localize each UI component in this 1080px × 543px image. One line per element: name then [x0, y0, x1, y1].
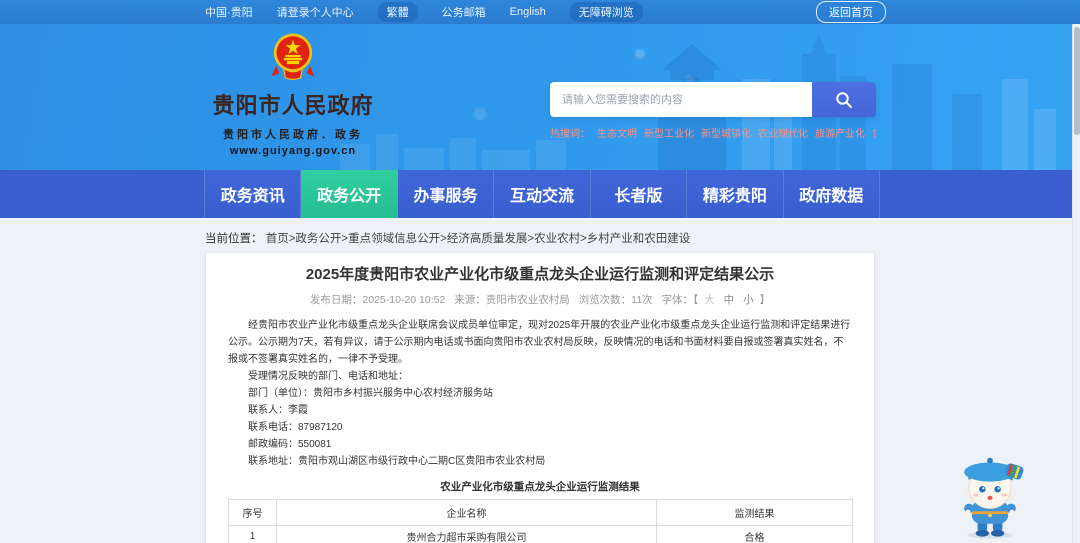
site-subtitle: 贵阳市人民政府．政务 [223, 129, 363, 141]
hot-search-item-eco[interactable]: 生态文明 [597, 125, 637, 140]
scrollbar-thumb[interactable] [1074, 27, 1080, 135]
national-emblem-icon [271, 33, 315, 80]
search-area: 热搜词： 生态文明 新型工业化 新型城镇化 农业现代化 旅游产业化 贵阳简介 [550, 82, 876, 140]
topbar-link-english[interactable]: English [510, 6, 546, 18]
font-size-large-button[interactable]: 大 [704, 294, 715, 306]
nav-item-news[interactable]: 政务资讯 [204, 170, 302, 218]
breadcrumb-economy[interactable]: 经济高质量发展 [447, 233, 528, 245]
breadcrumb-label: 当前位置： [205, 233, 263, 245]
mascot-assistant[interactable] [942, 451, 1038, 539]
cell-company: 贵州合力超市采购有限公司 [276, 525, 657, 543]
site-url[interactable]: www.guiyang.gov.cn [207, 145, 379, 157]
breadcrumb-separator: > [440, 233, 447, 245]
breadcrumb: 当前位置： 首页>政务公开>重点领域信息公开>经济高质量发展>农业农村>乡村产业… [205, 230, 690, 246]
hot-search-item-agriculture[interactable]: 农业现代化 [758, 125, 808, 140]
article-paragraph-postcode: 邮政编码：550081 [248, 439, 332, 450]
topbar-inner: 中国·贵阳 请登录个人中心 繁體 公务邮箱 English 无障碍浏览 返回首页 [205, 0, 886, 24]
article-paragraph: 受理情况反映的部门、电话和地址： [248, 371, 408, 382]
font-size-small-button[interactable]: 小 [743, 294, 754, 306]
table-row: 1 贵州合力超市采购有限公司 合格 [228, 525, 853, 543]
breadcrumb-key-info[interactable]: 重点领域信息公开 [348, 233, 440, 245]
article-paragraph-department: 部门（单位）：贵阳市乡村振兴服务中心农村经济服务站 [248, 388, 493, 399]
hot-search-item-industry[interactable]: 新型工业化 [644, 125, 694, 140]
font-size-label: 字体：【 [661, 294, 699, 306]
main-nav: 政务资讯 政务公开 办事服务 互动交流 长者版 精彩贵阳 政府数据 [0, 170, 1080, 218]
search-icon [836, 91, 852, 108]
article-title: 2025年度贵阳市农业产业化市级重点龙头企业运行监测和评定结果公示 [305, 266, 775, 283]
main-nav-inner: 政务资讯 政务公开 办事服务 互动交流 长者版 精彩贵阳 政府数据 [204, 170, 880, 218]
article-paragraph-contact-person: 联系人：李霞 [248, 405, 308, 416]
topbar-link-traditional-chinese[interactable]: 繁體 [377, 2, 418, 22]
article-paragraph-address: 联系地址：贵阳市观山湖区市级行政中心二期C区贵阳市农业农村局 [248, 456, 546, 467]
hot-search-row: 热搜词： 生态文明 新型工业化 新型城镇化 农业现代化 旅游产业化 贵阳简介 [550, 125, 876, 140]
nav-item-wonderful-guiyang[interactable]: 精彩贵阳 [687, 170, 784, 218]
col-header-company: 企业名称 [276, 499, 657, 526]
content-area: 当前位置： 首页>政务公开>重点领域信息公开>经济高质量发展>农业农村>乡村产业… [0, 218, 1080, 543]
view-count: 浏览次数：11次 [578, 294, 653, 306]
article-card: 2025年度贵阳市农业产业化市级重点龙头企业运行监测和评定结果公示 发布日期：2… [205, 252, 875, 543]
article-paragraph-phone: 联系电话：87987120 [248, 422, 343, 433]
cell-index: 1 [228, 525, 277, 543]
breadcrumb-gov-disclosure[interactable]: 政务公开 [295, 233, 341, 245]
return-home-button[interactable]: 返回首页 [816, 1, 886, 23]
site-brand: 贵阳市人民政府 贵阳市人民政府．政务 www.guiyang.gov.cn [207, 32, 379, 157]
nav-item-senior-version[interactable]: 长者版 [590, 170, 688, 218]
site-name: 贵阳市人民政府 [212, 93, 374, 118]
monitor-table-title: 农业产业化市级重点龙头企业运行监测结果 [440, 481, 640, 493]
font-size-label-close: 】 [759, 294, 771, 306]
topbar-link-official-mail[interactable]: 公务邮箱 [442, 4, 486, 20]
hot-search-item-urbanization[interactable]: 新型城镇化 [701, 125, 751, 140]
breadcrumb-agriculture[interactable]: 农业农村 [534, 233, 580, 245]
cell-result: 合格 [656, 525, 853, 543]
col-header-result: 监测结果 [656, 499, 853, 526]
nav-item-gov-data[interactable]: 政府数据 [783, 170, 880, 218]
col-header-index: 序号 [228, 499, 277, 526]
nav-item-services[interactable]: 办事服务 [397, 170, 495, 218]
breadcrumb-home[interactable]: 首页 [266, 233, 289, 245]
site-banner: 贵阳市人民政府 贵阳市人民政府．政务 www.guiyang.gov.cn 热搜… [0, 24, 1080, 170]
topbar: 中国·贵阳 请登录个人中心 繁體 公务邮箱 English 无障碍浏览 返回首页 [0, 0, 1080, 24]
hot-search-item-guiyang-intro[interactable]: 贵阳简介 [872, 125, 876, 140]
hot-search-label: 热搜词： [550, 129, 590, 140]
scrollbar-track[interactable] [1072, 0, 1080, 543]
topbar-link-china-guiyang[interactable]: 中国·贵阳 [205, 4, 253, 20]
article-body: 经贵阳市农业产业化市级重点龙头企业联席会议成员单位审定，现对2025年开展的农业… [228, 317, 852, 470]
table-header-row: 序号 企业名称 监测结果 [228, 499, 853, 526]
publish-date: 发布日期：2025-10-20 10:52 [309, 294, 446, 306]
nav-item-gov-info-disclosure[interactable]: 政务公开 [301, 170, 398, 218]
font-size-medium-button[interactable]: 中 [724, 294, 735, 306]
topbar-link-accessibility[interactable]: 无障碍浏览 [569, 2, 643, 22]
search-input[interactable] [550, 82, 812, 117]
article-paragraph: 经贵阳市农业产业化市级重点龙头企业联席会议成员单位审定，现对2025年开展的农业… [228, 320, 851, 365]
article-source: 来源：贵阳市农业农村局 [454, 294, 570, 306]
topbar-link-login-personal-center[interactable]: 请登录个人中心 [277, 4, 354, 20]
search-box [550, 82, 876, 117]
search-button[interactable] [812, 82, 876, 117]
monitor-result-table: 序号 企业名称 监测结果 1 贵州合力超市采购有限公司 合格 2 贵州友禾种业有… [228, 499, 853, 543]
page: 中国·贵阳 请登录个人中心 繁體 公务邮箱 English 无障碍浏览 返回首页 [0, 0, 1080, 543]
nav-item-interaction[interactable]: 互动交流 [494, 170, 591, 218]
breadcrumb-rural-industry[interactable]: 乡村产业和农田建设 [587, 233, 691, 245]
article-meta: 发布日期：2025-10-20 10:52 来源：贵阳市农业农村局 浏览次数：1… [228, 292, 852, 307]
hot-search-item-tourism[interactable]: 旅游产业化 [815, 125, 865, 140]
breadcrumb-separator: > [580, 233, 587, 245]
